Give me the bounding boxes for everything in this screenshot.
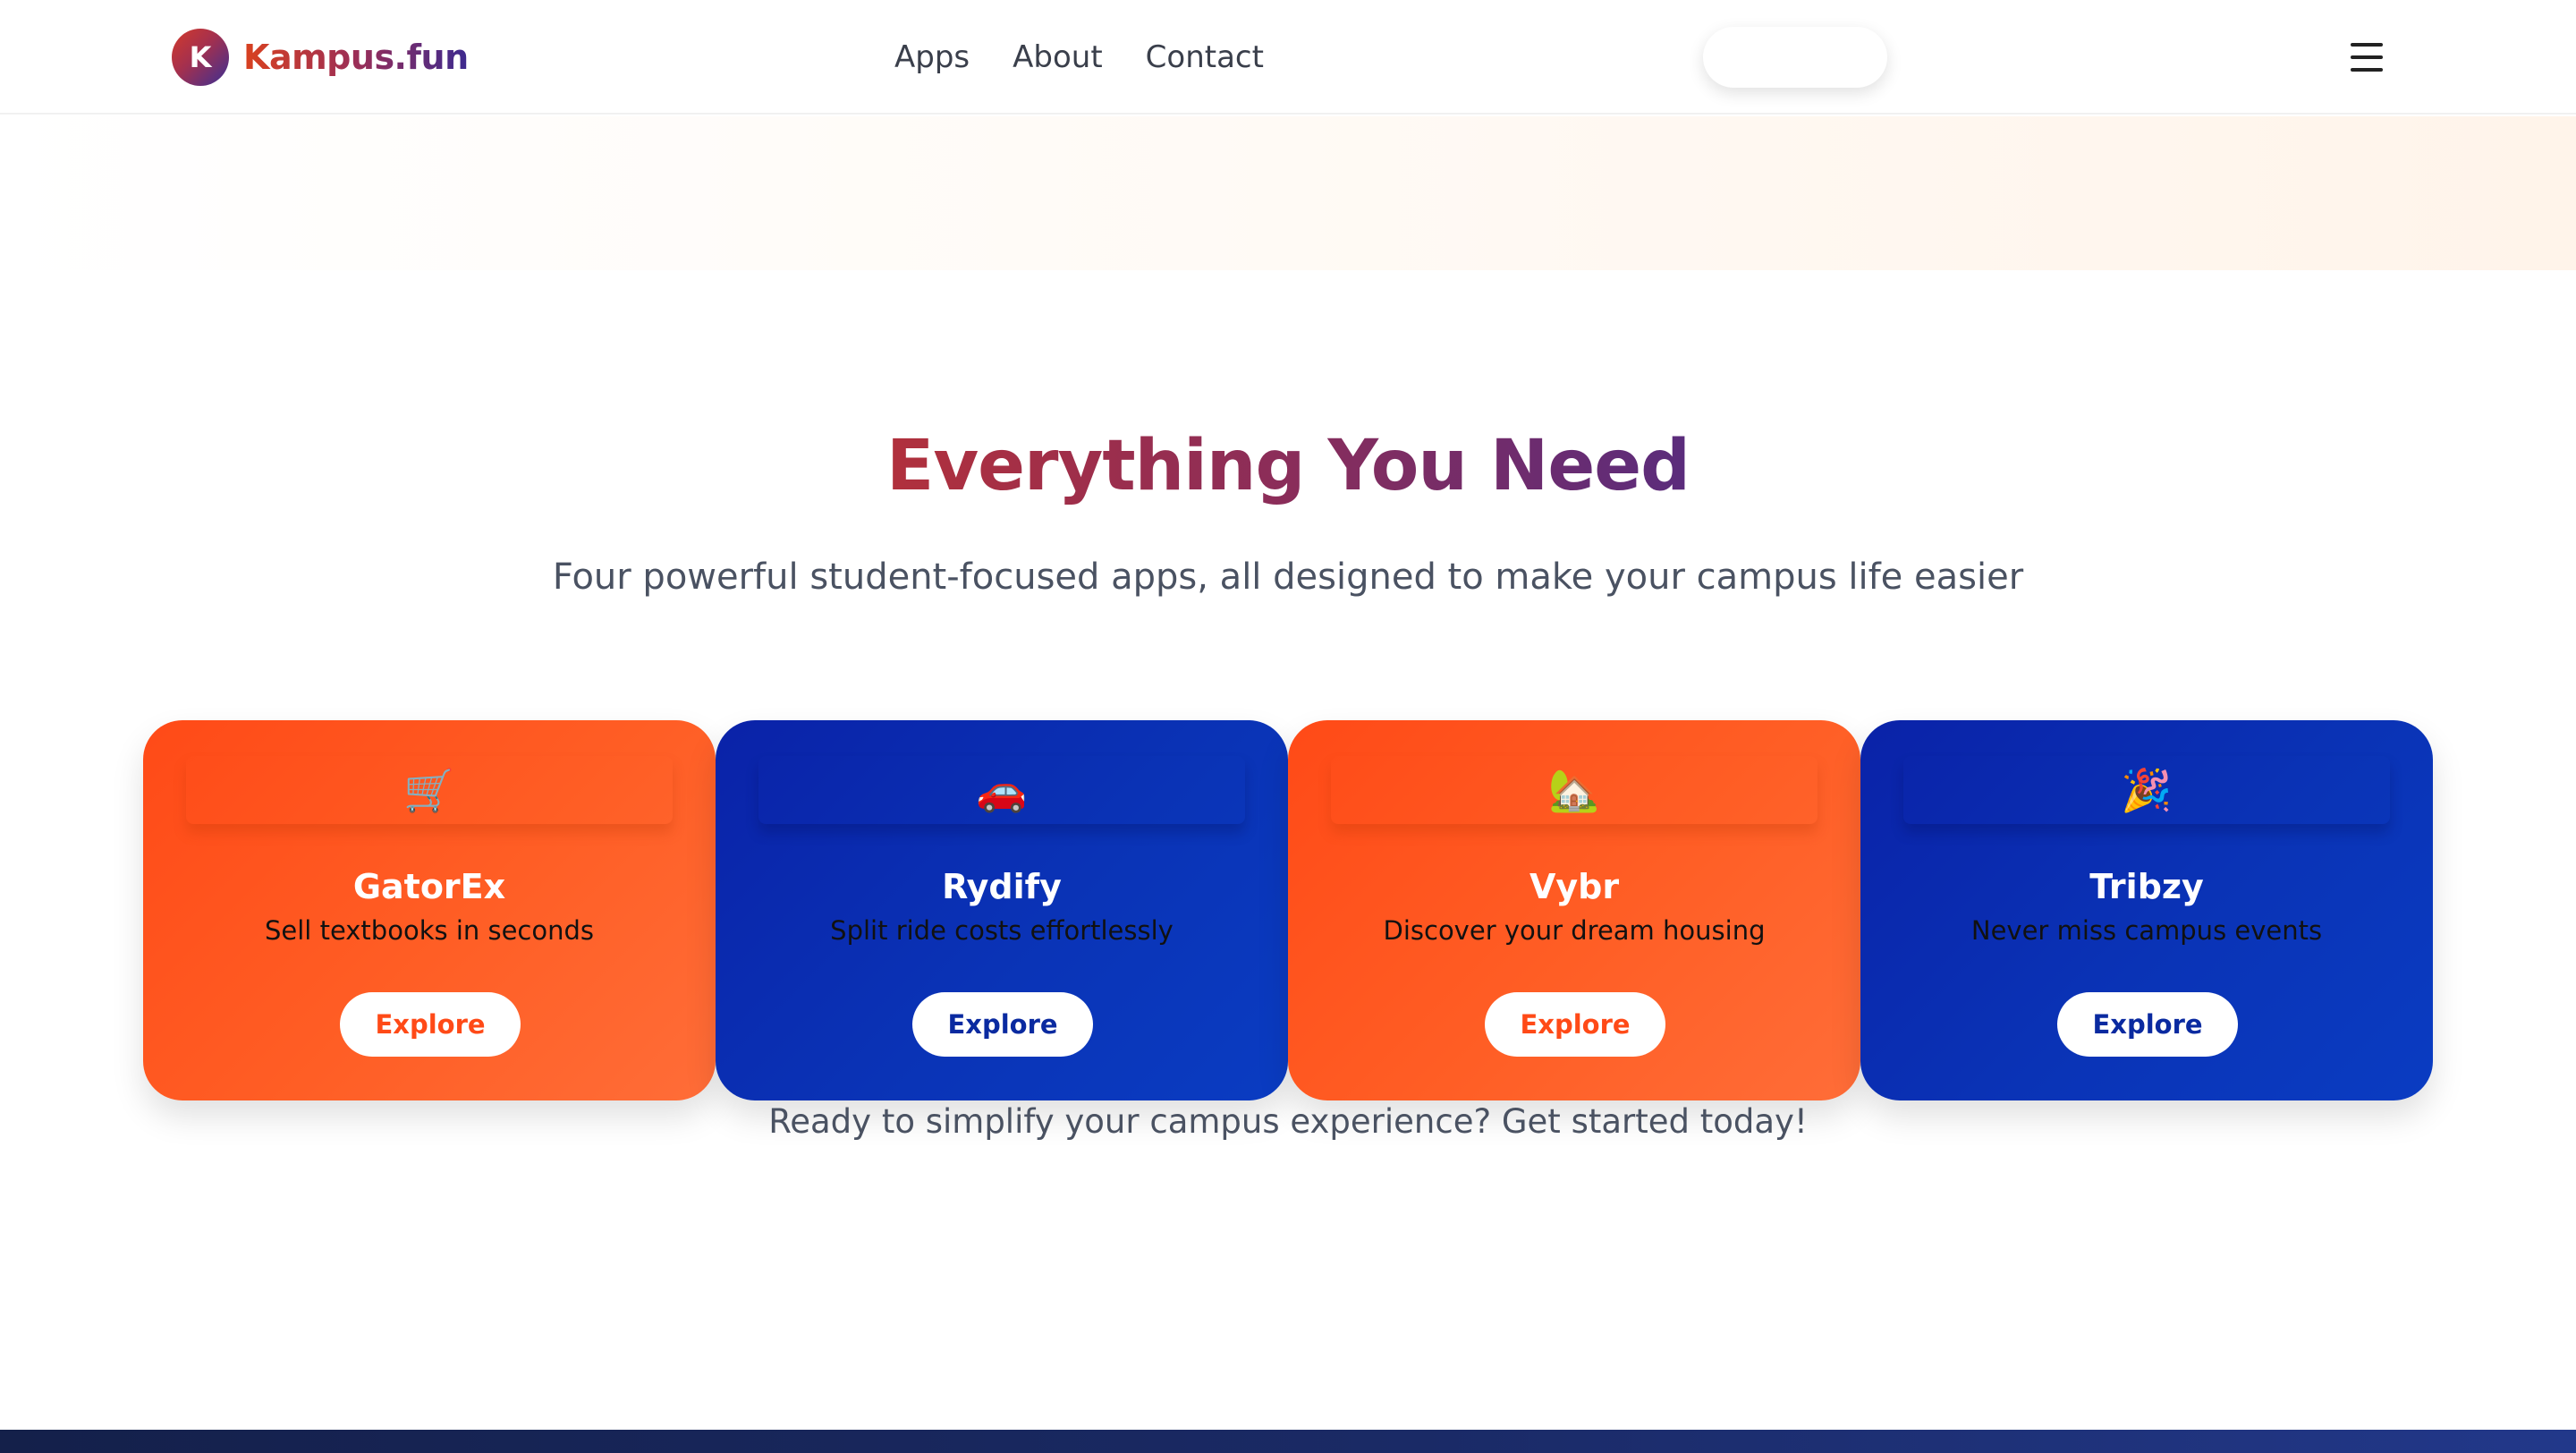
hamburger-line bbox=[2351, 43, 2383, 47]
app-card-rydify: 🚗 Rydify Split ride costs effortlessly E… bbox=[716, 720, 1288, 1100]
car-icon: 🚗 bbox=[758, 756, 1245, 824]
app-card-title: Tribzy bbox=[2089, 867, 2204, 906]
app-card-vybr: 🏡 Vybr Discover your dream housing Explo… bbox=[1288, 720, 1860, 1100]
house-icon: 🏡 bbox=[1331, 756, 1818, 824]
app-cards: 🛒 GatorEx Sell textbooks in seconds Expl… bbox=[143, 720, 2433, 1100]
section-title-text: Everything You Need bbox=[886, 426, 1690, 506]
header-cta-button[interactable] bbox=[1703, 27, 1887, 88]
brand-name: Kampus.fun bbox=[243, 38, 469, 77]
app-card-title: Rydify bbox=[942, 867, 1062, 906]
nav-link-apps[interactable]: Apps bbox=[894, 39, 970, 75]
app-card-gatorex: 🛒 GatorEx Sell textbooks in seconds Expl… bbox=[143, 720, 716, 1100]
hamburger-menu-icon[interactable] bbox=[2351, 39, 2386, 75]
logo-mark-icon: K bbox=[172, 29, 229, 86]
site-header: K Kampus.fun Apps About Contact bbox=[0, 0, 2576, 115]
explore-button-vybr[interactable]: Explore bbox=[1485, 992, 1665, 1057]
explore-button-gatorex[interactable]: Explore bbox=[340, 992, 521, 1057]
app-card-description: Discover your dream housing bbox=[1383, 915, 1766, 946]
app-card-title: GatorEx bbox=[352, 867, 506, 906]
main-nav: Apps About Contact bbox=[894, 36, 1307, 79]
app-card-description: Split ride costs effortlessly bbox=[830, 915, 1174, 946]
app-card-description: Never miss campus events bbox=[1970, 915, 2323, 946]
explore-button-tribzy[interactable]: Explore bbox=[2057, 992, 2238, 1057]
app-card-description: Sell textbooks in seconds bbox=[264, 915, 595, 946]
app-card-tribzy: 🎉 Tribzy Never miss campus events Explor… bbox=[1860, 720, 2433, 1100]
app-card-title: Vybr bbox=[1529, 867, 1620, 906]
party-popper-icon: 🎉 bbox=[1903, 756, 2390, 824]
hamburger-line bbox=[2351, 55, 2383, 59]
nav-link-contact[interactable]: Contact bbox=[1146, 39, 1264, 75]
explore-button-rydify[interactable]: Explore bbox=[912, 992, 1093, 1057]
hamburger-line bbox=[2351, 68, 2383, 72]
section-title: Everything You Need bbox=[0, 426, 2576, 506]
brand-logo-link[interactable]: K Kampus.fun bbox=[172, 29, 469, 86]
cta-tagline: Ready to simplify your campus experience… bbox=[768, 1102, 1808, 1141]
shopping-cart-icon: 🛒 bbox=[186, 756, 673, 824]
nav-link-about[interactable]: About bbox=[1013, 39, 1103, 75]
site-footer bbox=[0, 1430, 2576, 1453]
section-subtitle: Four powerful student-focused apps, all … bbox=[552, 557, 2024, 598]
hero-banner bbox=[0, 116, 2576, 270]
